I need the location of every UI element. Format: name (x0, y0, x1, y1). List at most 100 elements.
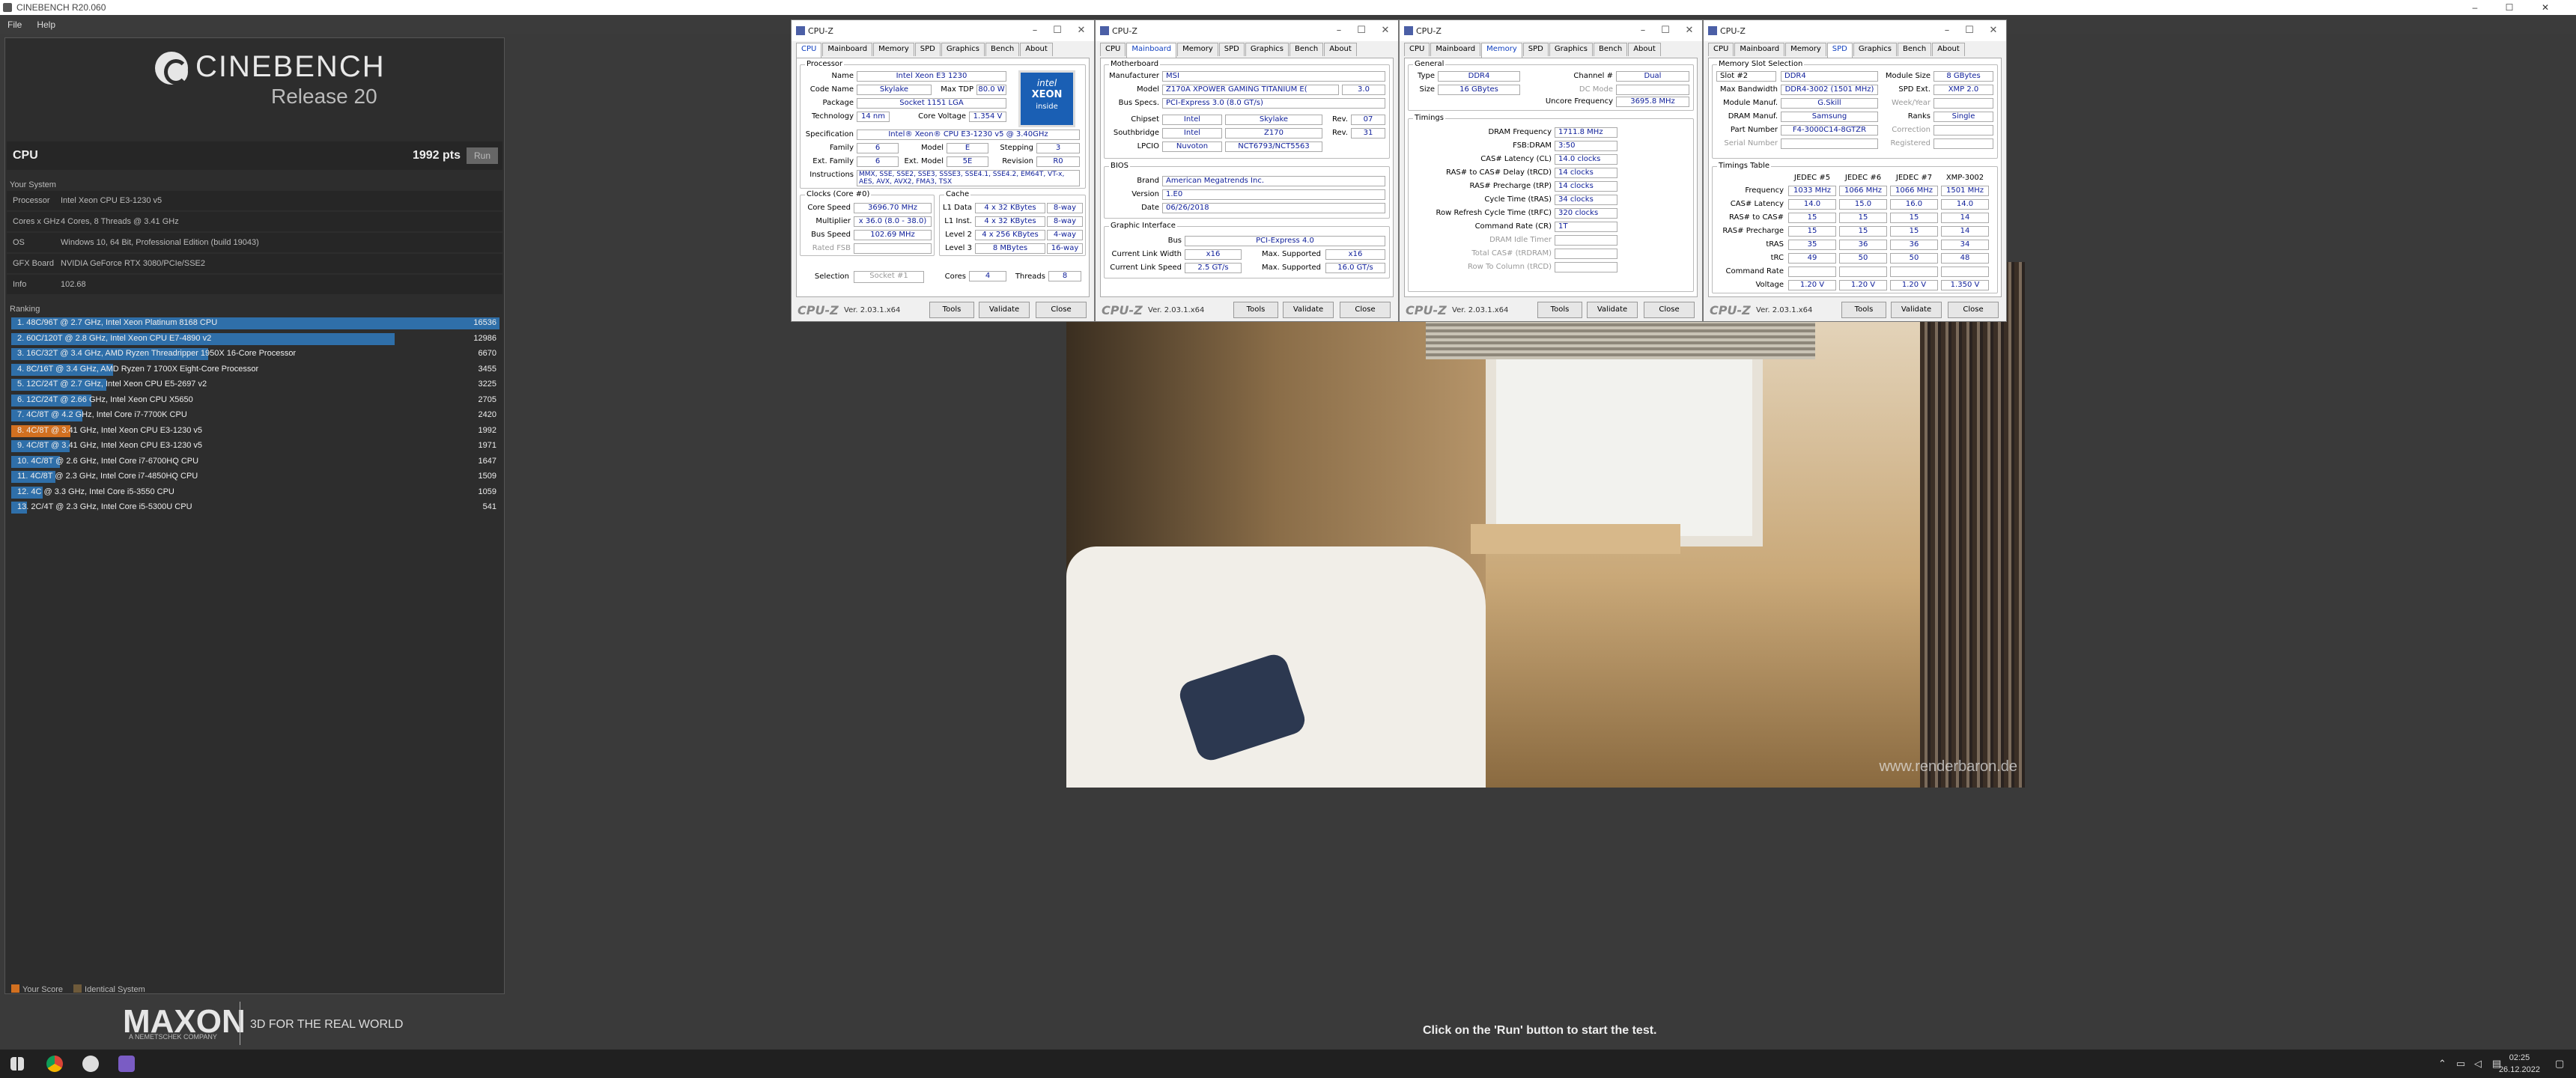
close-button[interactable]: Close (1340, 302, 1391, 318)
cpuz-brand: CPU-Z (1710, 303, 1751, 317)
tools-button[interactable]: Tools (1233, 302, 1278, 318)
tab-spd[interactable]: SPD (914, 43, 941, 56)
label: Type (1418, 72, 1435, 80)
table-cell: 15 (1890, 226, 1938, 237)
cpuz-brand: CPU-Z (798, 303, 839, 317)
ranking-name: 8. 4C/8T @ 3.41 GHz, Intel Xeon CPU E3-1… (17, 425, 202, 435)
cinebench-taskbar-icon[interactable] (82, 1056, 99, 1072)
tab-about[interactable]: About (1628, 43, 1661, 56)
validate-button[interactable]: Validate (1891, 302, 1942, 318)
validate-button[interactable]: Validate (979, 302, 1030, 318)
system-row: Info 102.68 (7, 275, 502, 294)
close-button[interactable]: ✕ (1982, 20, 2005, 41)
tray-chevron-icon[interactable]: ⌃ (2438, 1058, 2446, 1070)
tab-about[interactable]: About (1932, 43, 1965, 56)
tab-graphics[interactable]: Graphics (941, 43, 985, 56)
tab-cpu[interactable]: CPU (1708, 43, 1734, 56)
label: Manufacturer (1109, 72, 1159, 80)
tab-bench[interactable]: Bench (985, 43, 1020, 56)
tab-graphics[interactable]: Graphics (1245, 43, 1289, 56)
volume-icon[interactable]: ◁ (2474, 1058, 2482, 1070)
tab-bench[interactable]: Bench (1594, 43, 1628, 56)
cpuz-title: CPU-Z (1112, 25, 1137, 36)
gfx-bus-field: PCI-Express 4.0 (1185, 236, 1385, 246)
minimize-button[interactable]: – (1328, 20, 1350, 41)
group-title: Timings (1413, 114, 1445, 122)
notifications-icon[interactable]: ▢ (2555, 1058, 2564, 1070)
tab-cpu[interactable]: CPU (1404, 43, 1430, 56)
tab-spd[interactable]: SPD (1218, 43, 1245, 56)
tab-graphics[interactable]: Graphics (1549, 43, 1594, 56)
maximize-button[interactable]: ☐ (1958, 20, 1981, 41)
maximize-button[interactable]: ☐ (1350, 20, 1373, 41)
table-cell (1890, 267, 1938, 277)
chrome-icon[interactable] (46, 1056, 63, 1072)
timing-value (1555, 262, 1617, 272)
cpuz-brand: CPU-Z (1102, 303, 1143, 317)
ranking-name: 9. 4C/8T @ 3.41 GHz, Intel Xeon CPU E3-1… (17, 441, 202, 450)
minimize-button[interactable]: – (1024, 20, 1046, 41)
label: Registered (1890, 139, 1931, 147)
maximize-button[interactable]: ☐ (1654, 20, 1677, 41)
tools-button[interactable]: Tools (1841, 302, 1886, 318)
close-button[interactable]: ✕ (1374, 20, 1397, 41)
tab-memory[interactable]: Memory (1481, 43, 1522, 58)
revision-field: R0 (1036, 156, 1080, 167)
group-title: Memory Slot Selection (1717, 60, 1805, 68)
network-icon[interactable]: ▭ (2456, 1058, 2465, 1070)
close-button[interactable]: Close (1644, 302, 1695, 318)
table-cell: 36 (1839, 240, 1887, 250)
left-panel: CINEBENCH Release 20 CPU 1992 pts Run Yo… (4, 37, 505, 994)
close-button[interactable]: ✕ (1678, 20, 1701, 41)
l1-data-field: 4 x 32 KBytes (975, 203, 1045, 213)
label: Size (1419, 85, 1435, 94)
close-button[interactable]: Close (1036, 302, 1087, 318)
maximize-button[interactable]: ☐ (1046, 20, 1069, 41)
tab-memory[interactable]: Memory (873, 43, 914, 56)
clock[interactable]: 02:25 26.12.2022 (2499, 1052, 2540, 1076)
label: Revision (1002, 157, 1033, 165)
dc-mode-field (1616, 85, 1689, 95)
run-button[interactable]: Run (466, 147, 498, 164)
close-button[interactable]: ✕ (1070, 20, 1093, 41)
tab-spd[interactable]: SPD (1522, 43, 1549, 56)
label: Ext. Family (812, 157, 854, 165)
label: Family (829, 144, 854, 152)
close-button[interactable]: Close (1948, 302, 1999, 318)
maximize-button[interactable]: ☐ (2492, 0, 2527, 15)
tab-mainboard[interactable]: Mainboard (1430, 43, 1481, 56)
cpuz-title: CPU-Z (1416, 25, 1442, 36)
tab-about[interactable]: About (1020, 43, 1053, 56)
minimize-button[interactable]: – (1936, 20, 1958, 41)
cpuz-icon (1100, 26, 1109, 35)
tab-mainboard[interactable]: Mainboard (1126, 43, 1177, 58)
tab-memory[interactable]: Memory (1785, 43, 1826, 56)
tab-bench[interactable]: Bench (1898, 43, 1932, 56)
validate-button[interactable]: Validate (1587, 302, 1638, 318)
minimize-button[interactable]: – (2458, 0, 2492, 15)
timing-label: CAS# Latency (CL) (1480, 155, 1552, 163)
tab-about[interactable]: About (1324, 43, 1357, 56)
tab-spd[interactable]: SPD (1826, 43, 1853, 58)
minimize-button[interactable]: – (1632, 20, 1654, 41)
tools-button[interactable]: Tools (1537, 302, 1582, 318)
start-icon[interactable] (10, 1057, 24, 1071)
validate-button[interactable]: Validate (1283, 302, 1334, 318)
cpuz-taskbar-icon[interactable] (118, 1056, 135, 1072)
tools-button[interactable]: Tools (929, 302, 974, 318)
slot-select[interactable]: Slot #2 (1716, 71, 1776, 82)
tab-bench[interactable]: Bench (1289, 43, 1324, 56)
tab-cpu[interactable]: CPU (1100, 43, 1126, 56)
menu-help[interactable]: Help (29, 19, 63, 30)
ranking-name: 7. 4C/8T @ 4.2 GHz, Intel Core i7-7700K … (17, 410, 187, 419)
menu-file[interactable]: File (0, 19, 29, 30)
tab-memory[interactable]: Memory (1177, 43, 1218, 56)
tab-mainboard[interactable]: Mainboard (1734, 43, 1785, 56)
tab-cpu[interactable]: CPU (796, 43, 822, 58)
table-cell: 14 (1941, 226, 1989, 237)
close-window-button[interactable]: ✕ (2528, 0, 2563, 15)
socket-select[interactable]: Socket #1 (854, 271, 924, 283)
your-system-title: Your System (10, 180, 56, 189)
tab-graphics[interactable]: Graphics (1853, 43, 1898, 56)
tab-mainboard[interactable]: Mainboard (822, 43, 873, 56)
